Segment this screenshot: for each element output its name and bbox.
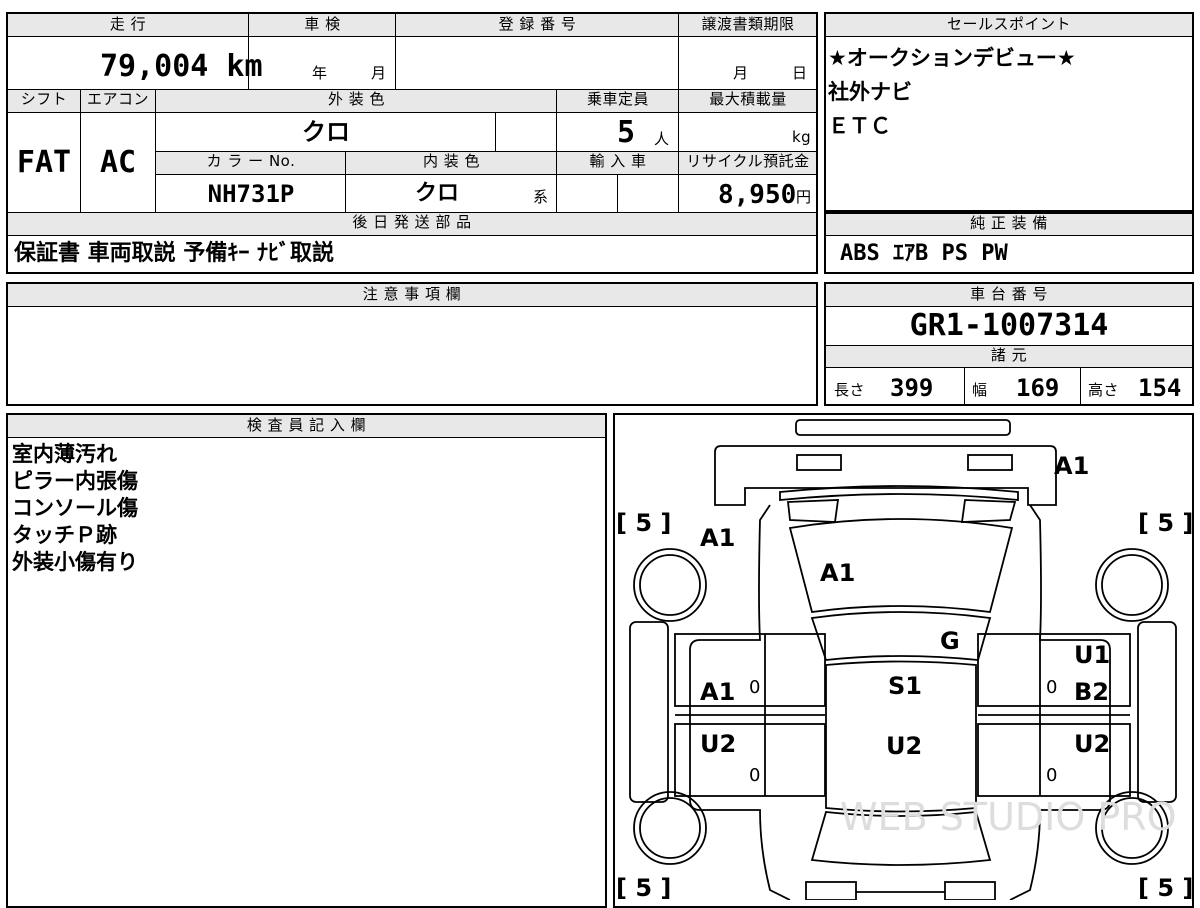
mileage-header: 走 行 <box>109 15 147 33</box>
width-label: 幅 <box>972 381 988 399</box>
transfer-header: 譲渡書類期限 <box>701 15 795 33</box>
chassis-number: GR1-1007314 <box>909 308 1109 343</box>
inspector-line: タッチＰ跡 <box>12 523 117 547</box>
notes-header: 注 意 事 項 欄 <box>362 285 462 303</box>
max-load-header: 最大積載量 <box>709 90 787 108</box>
ac-header: エアコン <box>86 90 149 108</box>
later-parts-header: 後 日 発 送 部 品 <box>352 213 472 231</box>
damage-diagram-box <box>613 413 1194 908</box>
shaken-month-unit: 月 <box>371 64 387 82</box>
color-no-value: NH731P <box>207 180 295 208</box>
sales-point-line: ＥＴＣ <box>828 114 891 138</box>
inspector-line: 外装小傷有り <box>12 550 138 574</box>
length-value: 399 <box>890 374 934 402</box>
sales-points-header: セールスポイント <box>946 15 1071 33</box>
inspector-line: ピラー内張傷 <box>12 469 138 493</box>
registration-header: 登 録 番 号 <box>498 15 577 33</box>
recycle-header: リサイクル預託金 <box>686 152 810 170</box>
capacity-unit: 人 <box>654 130 670 148</box>
shaken-year-unit: 年 <box>312 64 328 82</box>
chassis-header: 車 台 番 号 <box>970 285 1048 303</box>
width-value: 169 <box>1016 374 1060 402</box>
shift-header: シフト <box>20 90 68 108</box>
transfer-day-unit: 日 <box>792 64 808 82</box>
shaken-header: 車 検 <box>304 15 341 33</box>
genuine-equipment-value: ABS ｴｱB PS PW <box>840 241 1008 266</box>
transfer-month-unit: 月 <box>733 64 749 82</box>
interior-color-value: クロ <box>414 181 459 206</box>
inspector-line: 室内薄汚れ <box>12 442 117 466</box>
mileage-value: 79,004 km <box>100 49 263 84</box>
later-parts-value: 保証書 車両取説 予備ｷｰ ﾅﾋﾞ取説 <box>14 241 334 266</box>
interior-color-header: 内 装 色 <box>422 152 481 170</box>
shift-value: FAT <box>16 145 72 180</box>
exterior-color-header: 外 装 色 <box>327 90 386 108</box>
sales-point-line: ★オークションデビュー★ <box>828 46 1076 70</box>
color-no-header: カ ラ ー No. <box>206 152 296 170</box>
recycle-value: 8,950 <box>718 180 797 210</box>
ac-value: AC <box>99 145 137 180</box>
exterior-color-value: クロ <box>302 118 350 146</box>
height-label: 高さ <box>1088 381 1120 399</box>
genuine-equipment-header: 純 正 装 備 <box>970 214 1048 232</box>
import-header: 輸 入 車 <box>589 152 647 170</box>
height-value: 154 <box>1138 374 1182 402</box>
sales-points-box <box>824 12 1194 212</box>
recycle-unit: 円 <box>796 188 812 206</box>
length-label: 長さ <box>834 381 866 399</box>
specs-header: 諸 元 <box>990 346 1028 364</box>
inspector-header: 検 査 員 記 入 欄 <box>246 416 367 434</box>
sales-point-line: 社外ナビ <box>828 80 912 104</box>
interior-color-suffix: 系 <box>533 188 549 206</box>
capacity-value: 5 <box>617 115 636 150</box>
capacity-header: 乗車定員 <box>586 90 649 108</box>
max-load-unit: kg <box>792 128 812 146</box>
inspector-line: コンソール傷 <box>12 496 138 520</box>
